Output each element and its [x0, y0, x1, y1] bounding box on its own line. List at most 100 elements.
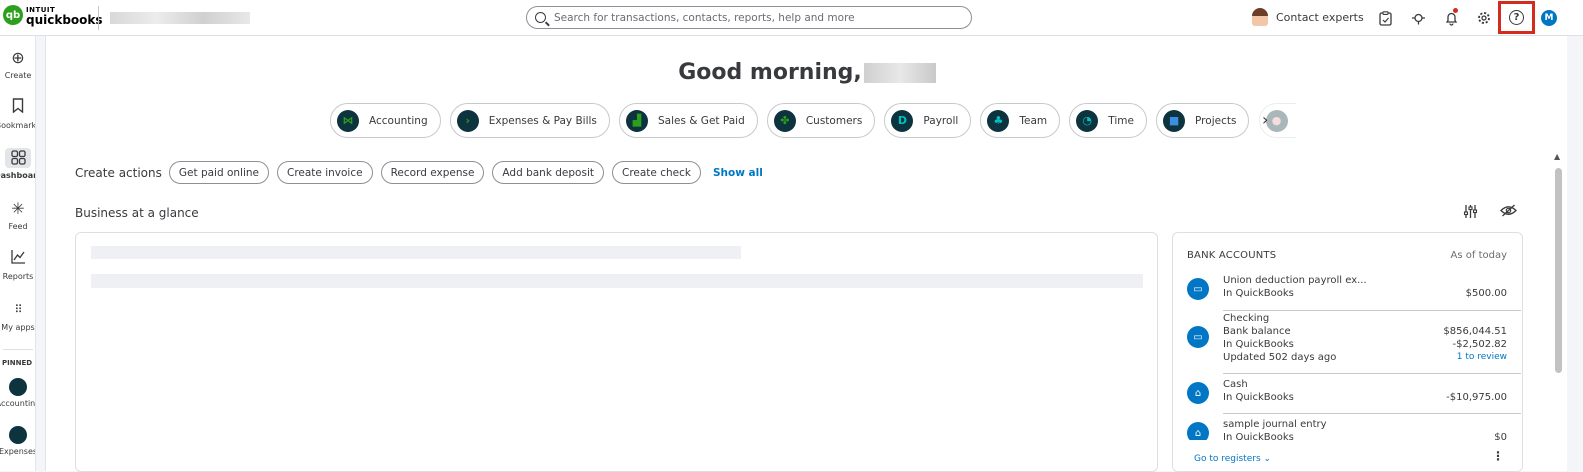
gear-icon[interactable] — [1475, 9, 1493, 27]
pinned-divider — [3, 349, 33, 350]
skeleton-line — [91, 274, 1143, 288]
sidebar-item-my-apps[interactable]: ⠿ My apps — [0, 300, 35, 332]
chip-label: Time — [1108, 114, 1134, 127]
account-divider — [1223, 373, 1521, 374]
logo-divider — [98, 6, 99, 30]
sidebar-item-label: Reports — [2, 272, 34, 281]
lightbulb-icon[interactable] — [1409, 9, 1427, 27]
to-review-link[interactable]: 1 to review — [1457, 352, 1507, 362]
sidebar-item-label: Dashboard — [0, 171, 35, 180]
chip-label: Accounting — [369, 114, 428, 127]
loading-widget — [75, 232, 1158, 472]
notification-dot — [1453, 8, 1458, 13]
account-divider — [1223, 413, 1521, 414]
reports-icon — [0, 249, 35, 269]
chip-expenses-pay-bills[interactable]: › Expenses & Pay Bills — [449, 103, 610, 138]
search-bar[interactable] — [526, 6, 972, 29]
left-sidebar: ⊕ Create Bookmarks Dashboard ✳ Feed Repo… — [0, 36, 36, 471]
sidebar-item-bookmarks[interactable]: Bookmarks — [0, 98, 36, 130]
chip-label: Sales & Get Paid — [658, 114, 745, 127]
expenses-app-icon — [9, 426, 27, 444]
apps-icon: ⠿ — [14, 303, 22, 316]
chip-accounting[interactable]: ⋈ Accounting — [330, 103, 441, 138]
sidebar-item-label: Bookmarks — [0, 121, 36, 130]
customize-sliders-icon[interactable] — [1463, 204, 1478, 223]
page-scrollbar[interactable]: ▲ — [1553, 150, 1563, 471]
help-icon[interactable]: ? — [1509, 10, 1524, 25]
get-paid-online-button[interactable]: Get paid online — [168, 161, 269, 184]
user-name-redacted — [863, 63, 936, 83]
scroll-up-arrow-icon[interactable]: ▲ — [1554, 152, 1560, 161]
account-row-value: -$2,502.82 — [1452, 339, 1507, 350]
account-row-value: $500.00 — [1465, 288, 1507, 299]
sidebar-item-reports[interactable]: Reports — [0, 249, 35, 281]
clipboard-icon[interactable] — [1376, 9, 1394, 27]
chip-team[interactable]: ♣ Team — [980, 103, 1061, 138]
accounting-icon: ⋈ — [337, 109, 359, 132]
search-input[interactable] — [554, 11, 954, 24]
accounting-app-icon — [9, 378, 27, 396]
bank-building-icon: ⌂ — [1187, 382, 1209, 404]
chip-label: Customers — [805, 114, 863, 127]
go-to-registers-link[interactable]: Go to registers ⌄ — [1194, 454, 1271, 464]
more-options-icon[interactable]: ⋮ — [1492, 449, 1504, 463]
customers-icon: ✤ — [773, 109, 796, 132]
top-bar: qb INTUIT quickbooks Contact experts ? M — [0, 0, 1583, 36]
sales-tax-icon: ● — [1265, 109, 1288, 132]
create-check-button[interactable]: Create check — [611, 161, 701, 184]
chevron-down-icon: ⌄ — [1263, 454, 1272, 464]
qb-logo-icon: qb — [3, 5, 23, 25]
account-divider — [1223, 310, 1521, 311]
chip-time[interactable]: ◔ Time — [1069, 103, 1147, 138]
chip-label: Team — [1019, 114, 1048, 127]
help-glyph: ? — [1513, 12, 1520, 23]
sidebar-item-label: Accounting — [0, 399, 36, 408]
as-of-label: As of today — [1450, 250, 1507, 261]
sidebar-pinned-accounting[interactable]: Accounting — [0, 378, 36, 408]
chevron-right-icon[interactable]: › — [1262, 110, 1268, 129]
payroll-icon: D — [891, 109, 914, 132]
feed-icon: ✳ — [11, 199, 25, 218]
sidebar-item-label: Create — [4, 71, 32, 80]
hide-eye-icon[interactable] — [1500, 204, 1517, 221]
expert-avatar — [1252, 8, 1268, 26]
dashboard-main: Good morning, ⋈ Accounting › Expenses & Pa… — [45, 36, 1568, 472]
sidebar-item-feed[interactable]: ✳ Feed — [0, 199, 35, 231]
account-row-label: Bank balance — [1223, 326, 1291, 337]
quickbooks-logo[interactable]: qb INTUIT quickbooks — [3, 5, 103, 27]
create-invoice-button[interactable]: Create invoice — [277, 161, 373, 184]
company-name-redacted[interactable] — [110, 12, 250, 24]
bell-icon[interactable] — [1442, 8, 1460, 27]
user-initial: M — [1544, 13, 1554, 23]
contact-experts-label: Contact experts — [1276, 10, 1364, 24]
chip-payroll[interactable]: D Payroll — [884, 103, 972, 138]
chip-label: Payroll — [923, 114, 959, 127]
sidebar-item-dashboard[interactable]: Dashboard — [0, 148, 35, 180]
chip-label: Expenses & Pay Bills — [488, 114, 597, 127]
create-actions-title: Create actions — [75, 165, 162, 180]
bank-accounts-widget: BANK ACCOUNTS As of today ▭ Union deduct… — [1172, 232, 1523, 472]
chip-sales-get-paid[interactable]: ▟ Sales & Get Paid — [619, 103, 758, 138]
go-to-registers-label: Go to registers — [1194, 454, 1261, 464]
show-all-link[interactable]: Show all — [713, 167, 763, 179]
team-icon: ♣ — [987, 109, 1010, 132]
contact-experts-button[interactable]: Contact experts — [1252, 8, 1364, 26]
scrollbar-thumb[interactable] — [1555, 168, 1562, 373]
account-row-label: In QuickBooks — [1223, 288, 1294, 299]
add-bank-deposit-button[interactable]: Add bank deposit — [492, 161, 604, 184]
sidebar-pinned-expenses[interactable]: Expenses — [0, 426, 36, 456]
pinned-title: PINNED — [2, 359, 33, 367]
logo-product-text: quickbooks — [26, 13, 103, 27]
user-avatar[interactable]: M — [1541, 10, 1557, 26]
chip-projects[interactable]: ■ Projects — [1156, 103, 1250, 138]
search-icon — [535, 12, 546, 23]
sidebar-item-label: Expenses — [0, 447, 36, 456]
time-icon: ◔ — [1076, 109, 1099, 132]
chip-customers[interactable]: ✤ Customers — [766, 103, 876, 138]
greeting-heading: Good morning, — [46, 60, 1568, 85]
sidebar-item-create[interactable]: ⊕ Create — [0, 48, 35, 80]
app-chips-row: ⋈ Accounting › Expenses & Pay Bills ▟ Sales… — [330, 103, 1296, 139]
create-actions-bar: Create actions Get paid online Create in… — [75, 161, 763, 184]
business-at-a-glance-title: Business at a glance — [75, 206, 199, 220]
record-expense-button[interactable]: Record expense — [380, 161, 485, 184]
